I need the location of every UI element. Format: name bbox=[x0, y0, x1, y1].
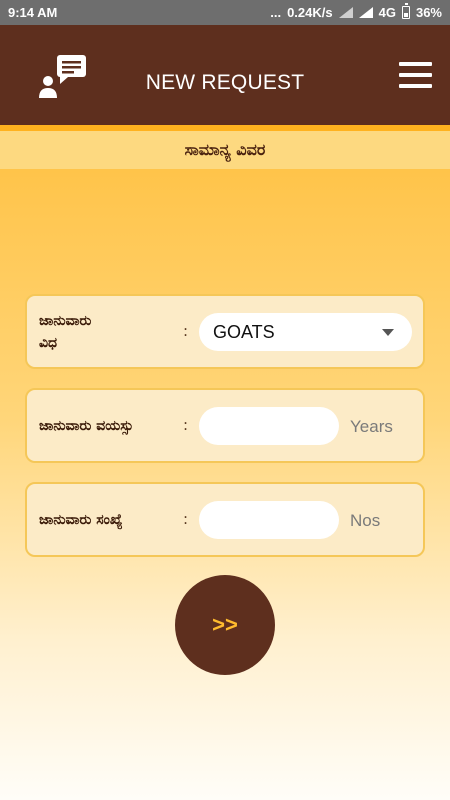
page-title: NEW REQUEST bbox=[145, 71, 305, 94]
dropdown-caret-icon bbox=[382, 328, 394, 336]
animal-age-label: ಜಾನುವಾರು ವಯಸ್ಸು bbox=[39, 418, 134, 434]
network-speed: 0.24K/s bbox=[287, 5, 333, 20]
hamburger-menu-icon[interactable] bbox=[399, 62, 433, 90]
signal-icon bbox=[338, 7, 353, 18]
colon: : bbox=[183, 510, 189, 528]
animal-type-card: ಜಾನುವಾರು ವಿಧ : GOATS bbox=[25, 294, 425, 369]
colon: : bbox=[183, 416, 189, 434]
animal-type-label-line1: ಜಾನುವಾರು bbox=[39, 313, 92, 329]
network-type: 4G bbox=[378, 5, 396, 20]
animal-type-select[interactable]: GOATS bbox=[199, 313, 412, 351]
battery-icon bbox=[401, 3, 410, 19]
status-dots: ... bbox=[270, 5, 282, 20]
menu-line bbox=[399, 62, 432, 66]
animal-type-label: ಜಾನುವಾರು ವಿಧ bbox=[39, 310, 91, 354]
menu-line bbox=[399, 73, 432, 77]
count-unit: Nos bbox=[350, 511, 381, 530]
status-indicators: ... 0.24K/s 4G 36% bbox=[270, 3, 442, 20]
age-unit: Years bbox=[350, 417, 393, 436]
animal-type-value: GOATS bbox=[213, 321, 275, 342]
animal-age-input[interactable] bbox=[199, 407, 339, 445]
battery-percent: 36% bbox=[415, 5, 442, 20]
animal-count-label: ಜಾನುವಾರು ಸಂಖ್ಯೆ bbox=[39, 512, 123, 528]
app-header: NEW REQUEST bbox=[0, 25, 450, 125]
section-title: ಸಾಮಾನ್ಯ ವಿವರ bbox=[0, 131, 450, 169]
menu-line bbox=[399, 84, 432, 88]
animal-count-input[interactable] bbox=[199, 501, 339, 539]
animal-count-card: ಜಾನುವಾರು ಸಂಖ್ಯೆ : Nos bbox=[25, 482, 425, 557]
status-time: 9:14 AM bbox=[8, 5, 58, 20]
colon: : bbox=[183, 322, 189, 340]
animal-age-card: ಜಾನುವಾರು ವಯಸ್ಸು : Years bbox=[25, 388, 425, 463]
status-bar: 9:14 AM ... 0.24K/s 4G 36% bbox=[0, 0, 450, 25]
next-button[interactable]: >> bbox=[175, 575, 275, 675]
animal-type-label-line2: ವಿಧ bbox=[39, 335, 58, 351]
signal-strength-icon bbox=[358, 7, 373, 18]
